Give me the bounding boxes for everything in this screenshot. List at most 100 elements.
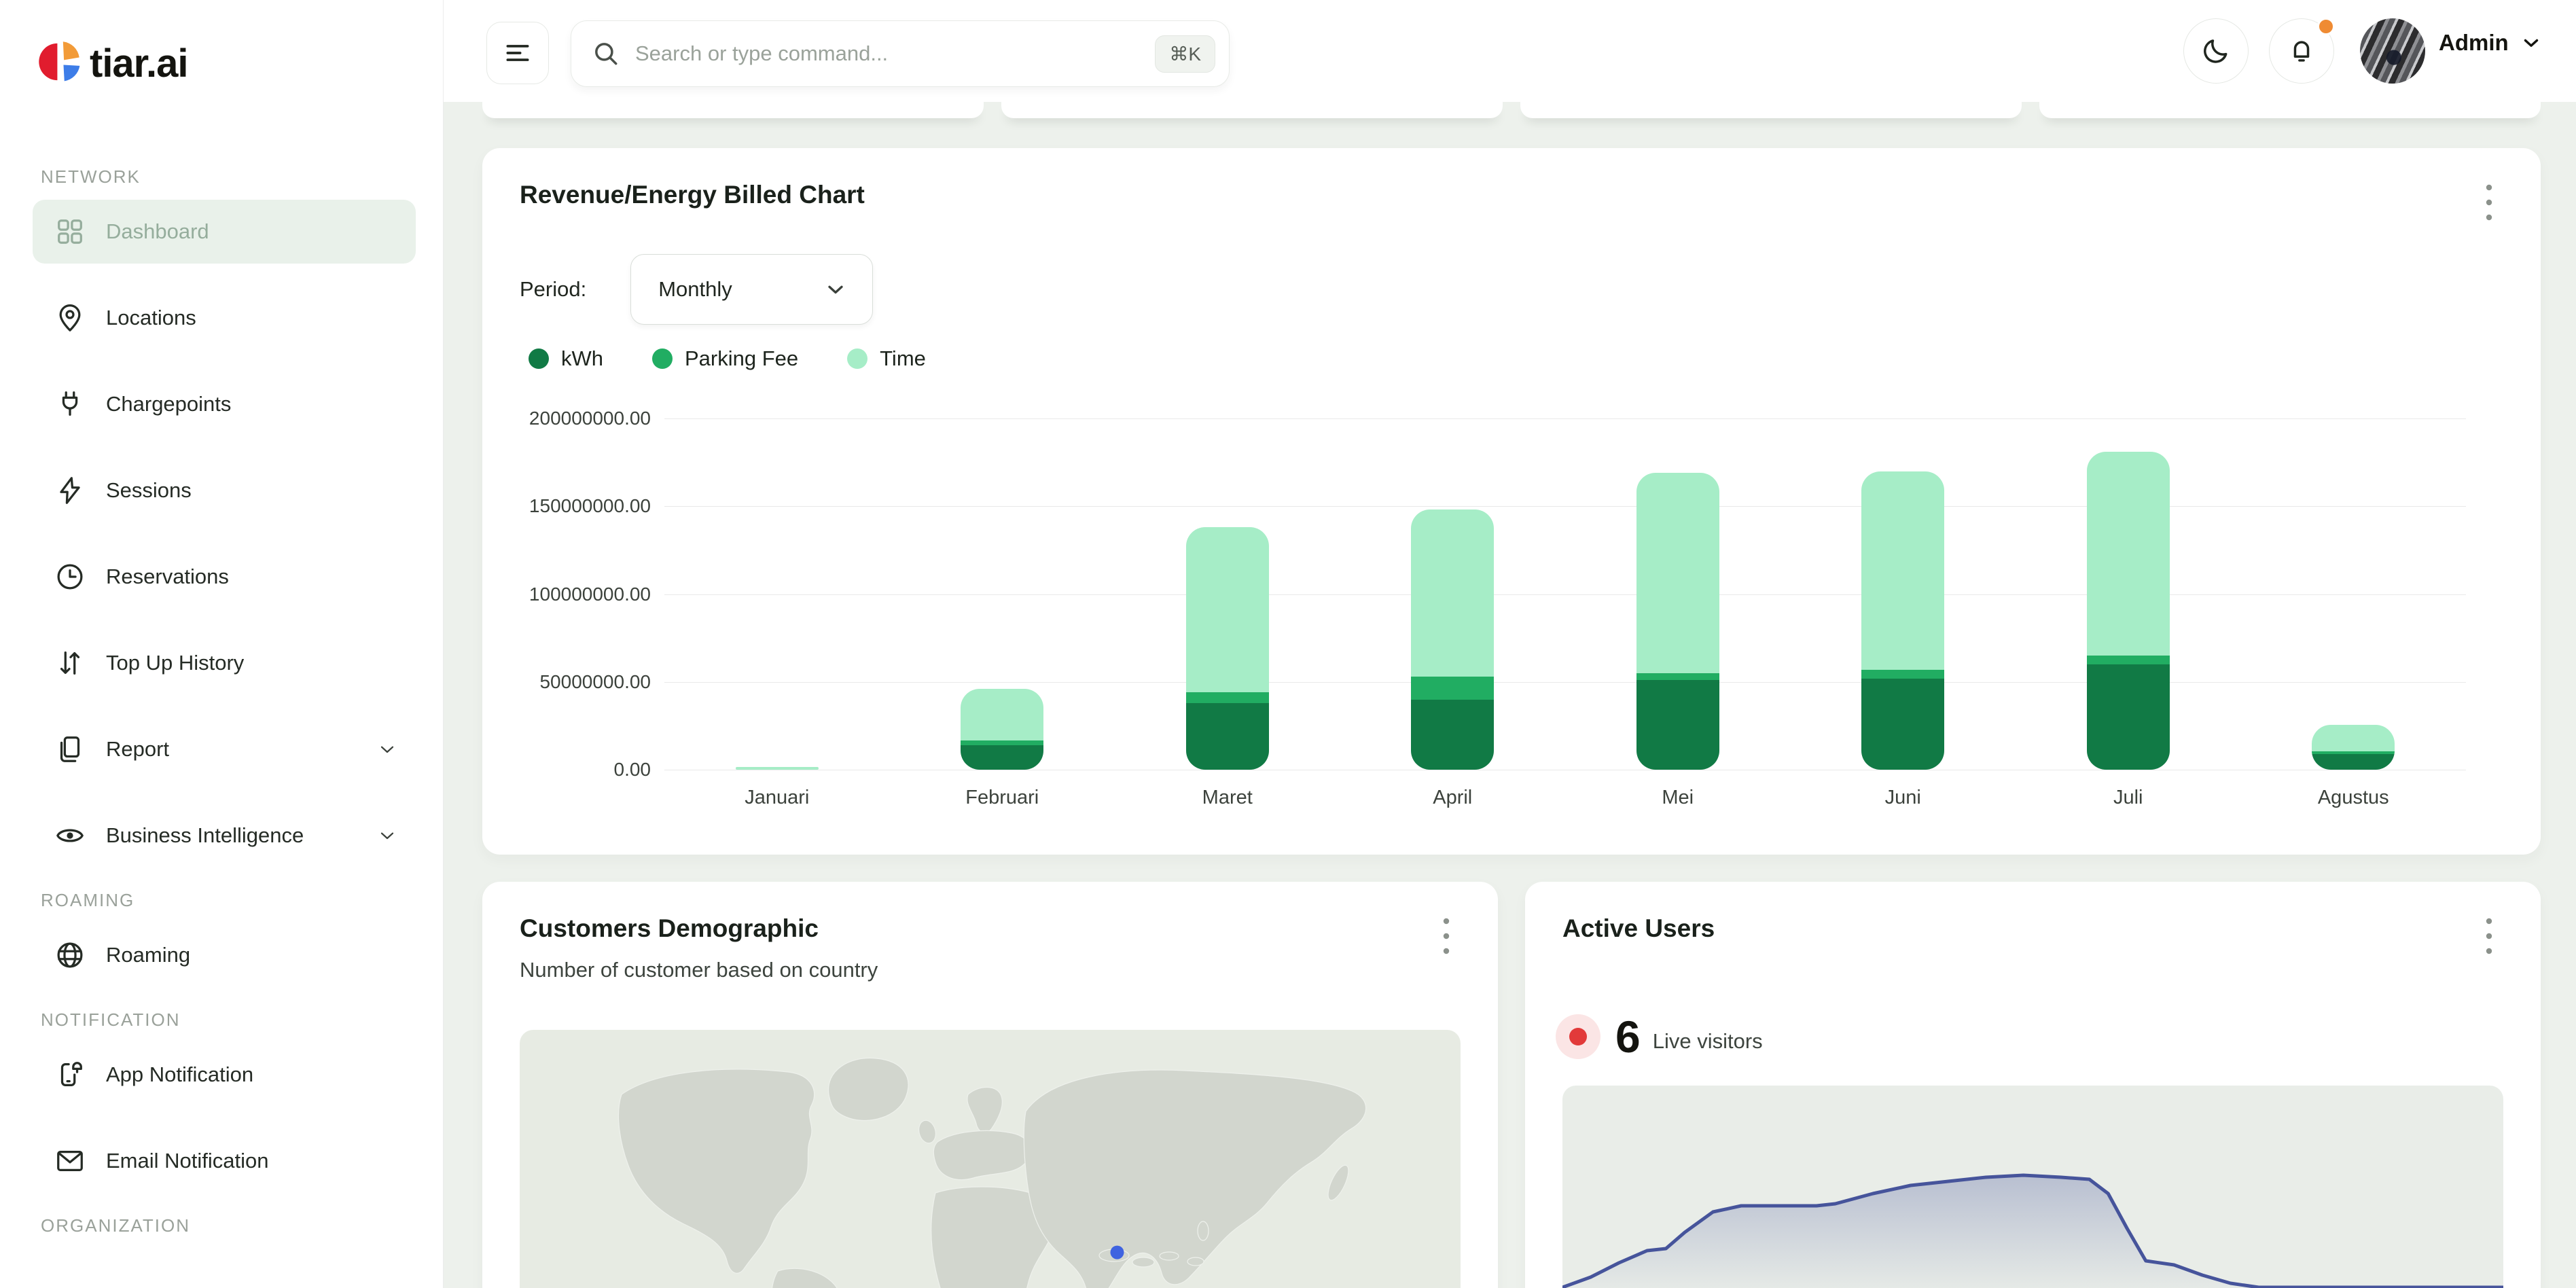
user-menu[interactable]: Admin xyxy=(2439,30,2543,56)
demographic-card-menu-button[interactable] xyxy=(1426,912,1467,961)
avatar[interactable] xyxy=(2360,18,2425,84)
x-axis-label: Februari xyxy=(890,787,1115,809)
stat-cards-cutoff-row xyxy=(482,101,2541,118)
bar-segment-parking-fee xyxy=(1636,673,1719,680)
bell-icon xyxy=(2287,36,2316,66)
bar-segment-parking-fee xyxy=(1861,670,1944,679)
x-axis-label: Maret xyxy=(1115,787,1340,809)
bar-column xyxy=(2016,418,2241,770)
sidebar-item-label: Dashboard xyxy=(106,219,398,244)
active-users-card: Active Users 6 Live visitors xyxy=(1525,882,2541,1288)
bar-segment-kwh xyxy=(2312,754,2395,770)
period-select[interactable]: Monthly xyxy=(630,254,873,325)
sidebar-item-label: Business Intelligence xyxy=(106,823,356,848)
bar-segment-time xyxy=(961,689,1043,740)
sidebar-item-label: Report xyxy=(106,737,356,762)
sidebar-item-locations[interactable]: Locations xyxy=(33,286,416,350)
sidebar-item-label: Sessions xyxy=(106,478,398,503)
map-marker xyxy=(1110,1246,1124,1259)
chevron-down-icon xyxy=(376,825,398,846)
sidebar-item-sessions[interactable]: Sessions xyxy=(33,459,416,522)
stat-card-stub xyxy=(1520,101,2022,118)
legend-item-parking-fee[interactable]: Parking Fee xyxy=(652,346,798,371)
sidebar-item-dashboard[interactable]: Dashboard xyxy=(33,200,416,264)
bar-juli[interactable] xyxy=(2087,452,2170,770)
eye-icon xyxy=(54,820,86,851)
moon-icon xyxy=(2201,36,2231,66)
kebab-menu-icon xyxy=(2484,916,2494,956)
report-doc-icon xyxy=(54,734,86,765)
chevron-down-icon xyxy=(2520,31,2543,54)
bar-segment-kwh xyxy=(1411,700,1494,770)
sidebar-item-roaming[interactable]: Roaming xyxy=(33,923,416,987)
clock-icon xyxy=(54,561,86,592)
dark-mode-toggle[interactable] xyxy=(2183,18,2249,84)
bar-column xyxy=(1791,418,2016,770)
legend-label: Parking Fee xyxy=(685,346,798,371)
revenue-card-menu-button[interactable] xyxy=(2469,178,2509,227)
legend-item-time[interactable]: Time xyxy=(847,346,926,371)
sidebar-item-chargepoints[interactable]: Chargepoints xyxy=(33,372,416,436)
sidebar-item-reservations[interactable]: Reservations xyxy=(33,545,416,609)
x-axis-label: Mei xyxy=(1565,787,1791,809)
bolt-icon xyxy=(54,475,86,506)
sidebar-item-label: Roaming xyxy=(106,943,398,967)
active-users-title: Active Users xyxy=(1562,914,2452,943)
active-users-sparkline xyxy=(1562,1086,2503,1288)
bar-mei[interactable] xyxy=(1636,473,1719,770)
x-axis-label: April xyxy=(1340,787,1566,809)
world-map xyxy=(520,1030,1461,1288)
active-users-menu-button[interactable] xyxy=(2469,912,2509,961)
bar-segment-time xyxy=(1411,509,1494,677)
bar-segment-kwh xyxy=(1186,703,1269,770)
kebab-menu-icon xyxy=(1442,916,1451,956)
sidebar-item-business-intelligence[interactable]: Business Intelligence xyxy=(33,804,416,867)
hamburger-icon xyxy=(503,38,533,68)
sidebar-item-report[interactable]: Report xyxy=(33,717,416,781)
sidebar-item-label: Top Up History xyxy=(106,651,398,675)
bar-segment-kwh xyxy=(1636,680,1719,770)
period-label: Period: xyxy=(520,277,586,302)
bar-februari[interactable] xyxy=(961,689,1043,770)
bar-maret[interactable] xyxy=(1186,527,1269,770)
section-label-roaming: ROAMING xyxy=(41,890,416,911)
bar-januari[interactable] xyxy=(736,767,819,770)
demographic-title: Customers Demographic xyxy=(520,914,1410,943)
section-label-organization: ORGANIZATION xyxy=(41,1215,416,1236)
sidebar-item-topup-history[interactable]: Top Up History xyxy=(33,631,416,695)
bar-segment-time xyxy=(1861,471,1944,670)
legend-item-kwh[interactable]: kWh xyxy=(529,346,603,371)
chart-legend: kWh Parking Fee Time xyxy=(529,346,926,371)
live-visitors-label: Live visitors xyxy=(1653,1029,1763,1054)
sidebar-item-label: Reservations xyxy=(106,565,398,589)
bar-juni[interactable] xyxy=(1861,471,1944,770)
stat-card-stub xyxy=(482,101,984,118)
sidebar-item-email-notification[interactable]: Email Notification xyxy=(33,1129,416,1193)
bar-agustus[interactable] xyxy=(2312,725,2395,770)
kebab-menu-icon xyxy=(2484,183,2494,222)
global-search[interactable]: ⌘K xyxy=(571,20,1230,87)
x-axis-label: Agustus xyxy=(2241,787,2467,809)
bar-segment-kwh xyxy=(1861,679,1944,770)
sidebar-item-app-notification[interactable]: App Notification xyxy=(33,1043,416,1107)
sidebar: tiar.ai NETWORK Dashboard Locations Char… xyxy=(0,0,444,1288)
section-label-network: NETWORK xyxy=(41,166,416,187)
brand-logo[interactable]: tiar.ai xyxy=(38,41,416,86)
globe-icon xyxy=(54,940,86,971)
legend-label: Time xyxy=(880,346,926,371)
notifications-button[interactable] xyxy=(2269,18,2334,84)
bar-april[interactable] xyxy=(1411,509,1494,770)
x-axis-label: Januari xyxy=(664,787,890,809)
x-axis-label: Juni xyxy=(1791,787,2016,809)
legend-dot xyxy=(652,348,673,369)
chevron-down-icon xyxy=(823,277,848,302)
search-input[interactable] xyxy=(635,41,1155,66)
bar-column xyxy=(1340,418,1566,770)
sidebar-toggle-button[interactable] xyxy=(486,22,549,84)
revenue-chart-title: Revenue/Energy Billed Chart xyxy=(520,181,2452,209)
bar-segment-time xyxy=(2087,452,2170,656)
bar-column xyxy=(890,418,1115,770)
legend-dot xyxy=(529,348,549,369)
chevron-down-icon xyxy=(376,738,398,760)
mail-icon xyxy=(54,1145,86,1177)
